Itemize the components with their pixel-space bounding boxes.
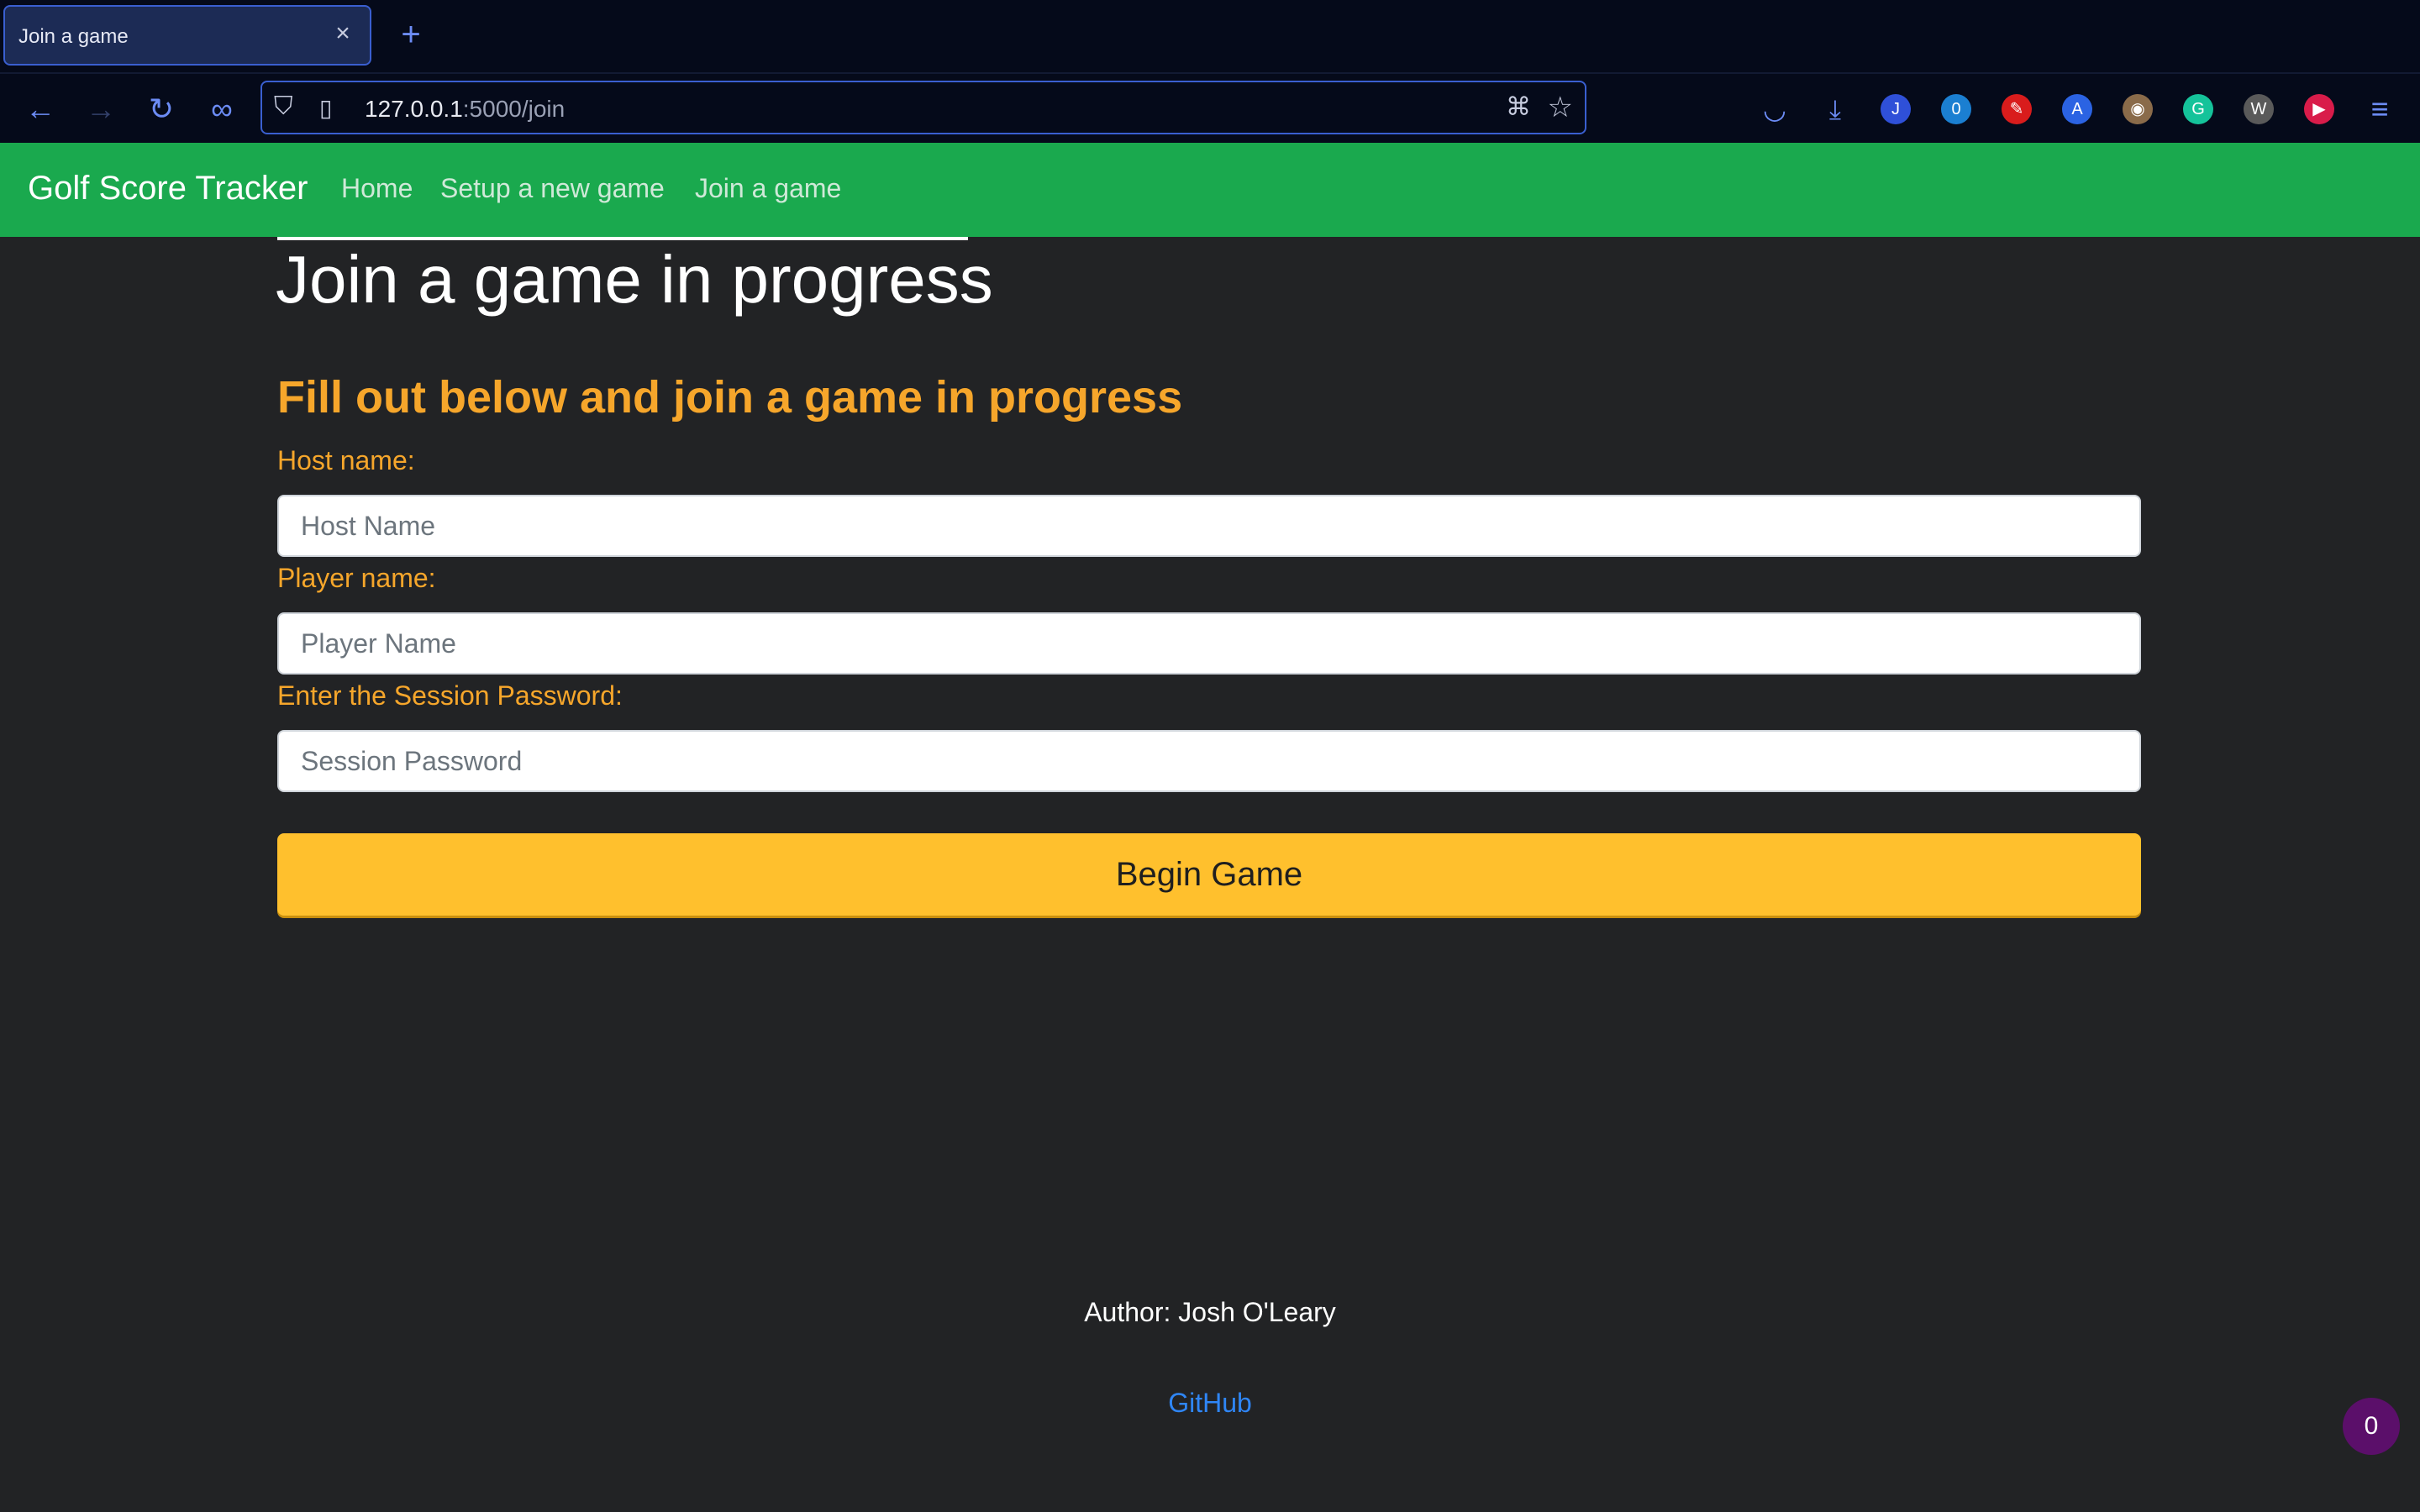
reload-icon[interactable]: ↻ [145, 92, 178, 126]
extension-red-icon[interactable]: ✎ [2002, 94, 2032, 124]
extension-owl-icon[interactable]: ◉ [2123, 94, 2153, 124]
brand-link[interactable]: Golf Score Tracker [28, 170, 308, 207]
host-name-label: Host name: [277, 445, 415, 475]
extension-j-icon[interactable]: J [1881, 94, 1911, 124]
translate-page-icon[interactable]: ⌘ [1506, 92, 1531, 122]
pocket-icon[interactable]: ◡ [1760, 94, 1790, 124]
forward-arrow-icon[interactable]: → [84, 92, 118, 126]
footer-author: Author: Josh O'Leary [1084, 1297, 1336, 1327]
bookmark-star-icon[interactable]: ☆ [1548, 91, 1573, 124]
page-icon: ▯ [319, 95, 333, 121]
app-navbar: Golf Score Tracker Home Setup a new game… [0, 143, 2420, 237]
tab-title: Join a game [18, 25, 129, 48]
url-path: :5000/join [462, 96, 566, 122]
begin-game-button[interactable]: Begin Game [277, 833, 2141, 916]
translate-icon[interactable]: A [2062, 94, 2092, 124]
address-bar[interactable]: ⛉ ▯ 127.0.0.1:5000/join ⌘ ☆ [260, 81, 1586, 134]
nav-link-setup-game[interactable]: Setup a new game [440, 173, 665, 204]
download-icon[interactable]: ⤓ [1820, 94, 1850, 124]
browser-toolbar: ← → ↻ ∞ ⛉ ▯ 127.0.0.1:5000/join ⌘ ☆ ◡ ⤓ J 0… [0, 72, 2420, 143]
hamburger-menu-icon[interactable]: ≡ [2363, 92, 2396, 126]
session-password-input[interactable] [277, 730, 2141, 792]
url-text[interactable]: 127.0.0.1:5000/join [365, 96, 565, 123]
back-arrow-icon[interactable]: ← [24, 92, 57, 126]
nav-link-join-game[interactable]: Join a game [695, 173, 841, 204]
player-name-label: Player name: [277, 563, 436, 593]
private-mask-icon[interactable]: ∞ [205, 92, 239, 126]
nav-link-home[interactable]: Home [341, 173, 413, 204]
extension-w-icon[interactable]: W [2244, 94, 2274, 124]
notification-badge[interactable]: 0 [2343, 1398, 2400, 1455]
page-title: Join a game in progress [276, 242, 993, 317]
browser-tab-bar: Join a game × + [0, 0, 2420, 72]
close-icon[interactable]: × [328, 18, 358, 49]
extension-counter-icon[interactable]: 0 [1941, 94, 1971, 124]
plus-icon[interactable]: + [393, 17, 429, 52]
form-subtitle: Fill out below and join a game in progre… [277, 372, 1183, 423]
player-name-input[interactable] [277, 612, 2141, 675]
host-name-input[interactable] [277, 495, 2141, 557]
browser-tab[interactable]: Join a game × [3, 5, 371, 66]
grammarly-icon[interactable]: G [2183, 94, 2213, 124]
extension-play-icon[interactable]: ▶ [2304, 94, 2334, 124]
session-password-label: Enter the Session Password: [277, 680, 623, 711]
url-host: 127.0.0.1 [365, 96, 463, 122]
github-link[interactable]: GitHub [0, 1388, 2420, 1419]
shield-icon[interactable]: ⛉ [274, 92, 293, 121]
